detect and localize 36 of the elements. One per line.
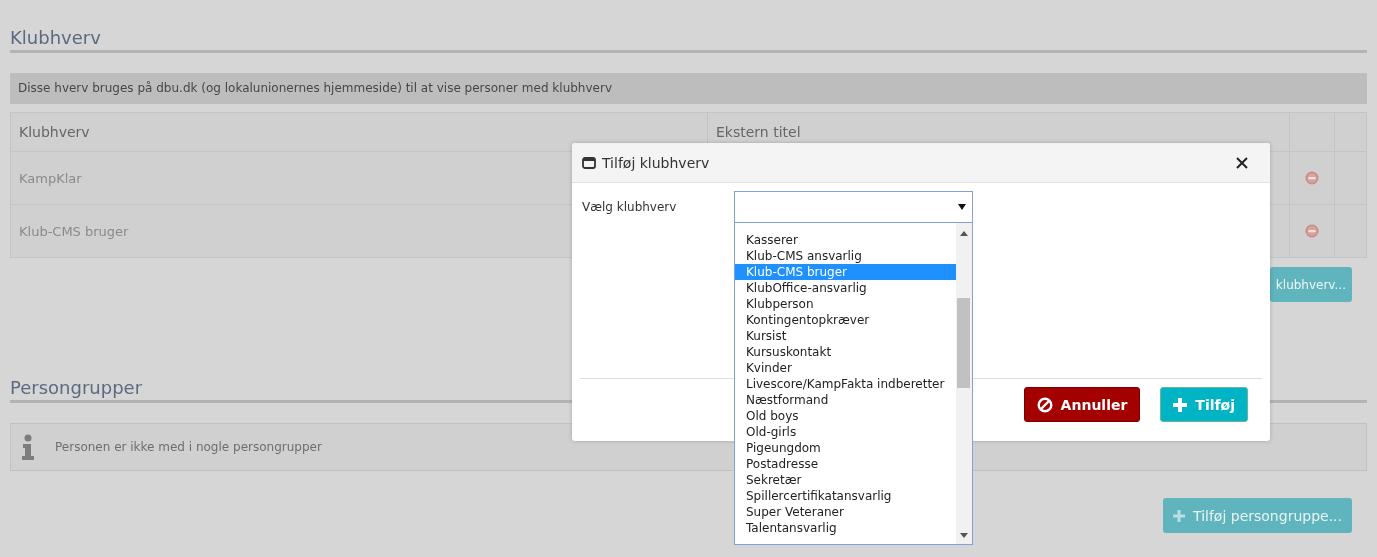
- plus-icon: [1173, 509, 1185, 522]
- close-icon[interactable]: [1236, 156, 1248, 169]
- dropdown-option[interactable]: Kvinder: [735, 360, 956, 376]
- dropdown-option[interactable]: Kontingentopkræver: [735, 312, 956, 328]
- cancel-button[interactable]: Annuller: [1023, 387, 1141, 422]
- window-icon: [582, 156, 596, 169]
- dropdown-option[interactable]: Livescore/KampFakta indberetter: [735, 376, 956, 392]
- section-heading: Klubhverv: [10, 0, 1367, 53]
- caret-icon: [958, 204, 966, 210]
- dropdown-option[interactable]: Old boys: [735, 408, 956, 424]
- prohibited-icon: [1036, 396, 1053, 413]
- dropdown-field[interactable]: [734, 191, 973, 223]
- remove-icon[interactable]: [1305, 171, 1319, 185]
- info-banner: Disse hverv bruges på dbu.dk (og lokalunionernes hjemmeside) til at vise personer med klubhverv: [10, 73, 1367, 104]
- dropdown-option[interactable]: Klub-CMS ansvarlig: [735, 248, 956, 264]
- dropdown-option[interactable]: Old-girls: [735, 424, 956, 440]
- scrollbar-thumb[interactable]: [957, 298, 970, 388]
- info-text: Personen er ikke med i nogle persongrupper: [55, 440, 322, 454]
- column-header: Klubhverv: [10, 112, 708, 152]
- dropdown-option[interactable]: Spillercertifikatansvarlig: [735, 488, 956, 504]
- scrollbar[interactable]: [956, 223, 972, 544]
- dialog-title: Tilføj klubhverv: [602, 154, 710, 171]
- dropdown-option[interactable]: Super Veteraner: [735, 504, 956, 520]
- dropdown-option[interactable]: Talentansvarlig: [735, 520, 956, 536]
- dropdown-option[interactable]: Kursist: [735, 328, 956, 344]
- scroll-down-icon: [960, 533, 968, 538]
- dropdown-option[interactable]: Kasserer: [735, 232, 956, 248]
- remove-icon[interactable]: [1305, 224, 1319, 238]
- dropdown-option[interactable]: KlubOffice-ansvarlig: [735, 280, 956, 296]
- dropdown-option[interactable]: Kursuskontakt: [735, 344, 956, 360]
- info-icon: [21, 434, 35, 460]
- dropdown-option[interactable]: Pigeungdom: [735, 440, 956, 456]
- scroll-up-icon: [960, 231, 968, 236]
- dropdown-option[interactable]: Sekretær: [735, 472, 956, 488]
- dropdown-option[interactable]: Postadresse: [735, 456, 956, 472]
- plus-icon: [1173, 397, 1188, 412]
